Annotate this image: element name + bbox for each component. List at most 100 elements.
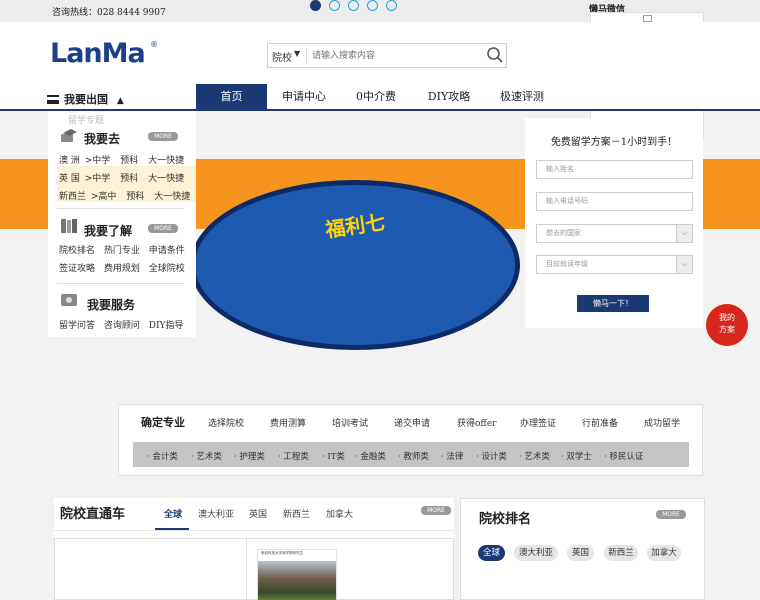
nav-menu-toggle[interactable]: 我要出国 ▲: [47, 91, 124, 107]
mega-link[interactable]: 大一快捷: [148, 174, 184, 184]
school-list-divider: [246, 538, 247, 600]
category-link[interactable]: · 移民认证: [604, 450, 643, 462]
schools-more-button[interactable]: MORE: [421, 506, 451, 515]
mega-link[interactable]: 澳 洲: [59, 156, 80, 166]
mega-link[interactable]: 英 国: [59, 174, 80, 184]
mega-divider: [57, 208, 184, 209]
chevron-down-icon: ⌵: [676, 256, 692, 273]
mega-link[interactable]: >高中: [91, 192, 117, 202]
slide-dot-4[interactable]: [367, 0, 378, 11]
slide-dot-3[interactable]: [348, 0, 359, 11]
category-link[interactable]: · 金融类: [355, 450, 386, 462]
my-plan-button[interactable]: 我的 方案: [706, 304, 748, 346]
process-step[interactable]: 选择院校: [208, 416, 244, 429]
search-scope-select[interactable]: 院校: [272, 49, 292, 64]
process-step[interactable]: 费用测算: [270, 416, 306, 429]
process-step[interactable]: 办理签证: [520, 416, 556, 429]
banner-badge: [190, 180, 520, 350]
mega-link[interactable]: >中学: [85, 174, 111, 184]
mega-link[interactable]: 申请条件: [149, 246, 185, 256]
category-link[interactable]: · 艺术类: [519, 450, 550, 462]
school-list: [54, 538, 454, 600]
category-link[interactable]: · 护理类: [234, 450, 265, 462]
nav-item-home[interactable]: 首页: [196, 84, 267, 109]
process-step[interactable]: 成功留学: [644, 416, 680, 429]
mega-link[interactable]: 新西兰: [59, 192, 86, 202]
mega-link[interactable]: 费用规划: [104, 264, 140, 274]
mega-link[interactable]: 留学问答: [59, 321, 95, 331]
ranking-pill-new-zealand[interactable]: 新西兰: [604, 545, 638, 561]
mega-link[interactable]: >中学: [85, 156, 111, 166]
graduation-cap-icon: [60, 127, 78, 143]
category-link[interactable]: · 设计类: [476, 450, 507, 462]
mega-learn-more-button[interactable]: MORE: [148, 224, 178, 233]
mega-learn-title: 我要了解: [84, 224, 133, 238]
school-direct-title: 院校直通车: [60, 507, 126, 522]
ranking-pill-australia[interactable]: 澳大利亚: [514, 545, 558, 561]
category-link[interactable]: · 双学士: [561, 450, 592, 462]
process-step[interactable]: 确定专业: [141, 414, 185, 430]
mega-service-title: 我要服务: [87, 298, 136, 312]
process-step[interactable]: 培训考试: [332, 416, 368, 429]
search-input[interactable]: [312, 46, 482, 65]
nav-item-apply[interactable]: 申请中心: [270, 84, 338, 109]
search-icon[interactable]: [486, 46, 504, 64]
logo[interactable]: LanMa: [50, 38, 146, 69]
mega-go-more-button[interactable]: MORE: [148, 132, 178, 141]
mega-link[interactable]: 预科: [126, 192, 144, 202]
category-label: 艺术类: [196, 452, 222, 462]
mega-link[interactable]: 大一快捷: [154, 192, 190, 202]
nav-item-diy[interactable]: DIY攻略: [414, 84, 484, 109]
mega-link[interactable]: 热门专业: [104, 246, 140, 256]
mega-link[interactable]: 咨询顾问: [104, 321, 140, 331]
category-label: 双学士: [566, 452, 592, 462]
category-link[interactable]: · 教师类: [398, 450, 429, 462]
tab-canada[interactable]: 加拿大: [326, 507, 353, 520]
mega-go-title: 我要去: [84, 132, 121, 146]
mega-link[interactable]: 大一快捷: [148, 156, 184, 166]
process-step[interactable]: 递交申请: [394, 416, 430, 429]
country-select[interactable]: 想去的国家 ⌵: [536, 224, 693, 243]
category-link[interactable]: · IT类: [322, 450, 345, 462]
mega-link[interactable]: 全球院校: [149, 264, 185, 274]
mega-link[interactable]: DIY指导: [149, 321, 184, 331]
mega-link[interactable]: 预科: [120, 156, 138, 166]
tab-global[interactable]: 全球: [164, 507, 182, 520]
submit-button[interactable]: 懒马一下！: [577, 295, 649, 312]
slide-dot-5[interactable]: [386, 0, 397, 11]
grade-select[interactable]: 目前就读年级 ⌵: [536, 255, 693, 274]
my-plan-line1: 我的: [719, 313, 735, 322]
category-label: 金融类: [360, 452, 386, 462]
mega-link[interactable]: 预科: [120, 174, 138, 184]
mega-link[interactable]: 院校排名: [59, 246, 95, 256]
phone-field[interactable]: 输入电话号码: [536, 192, 693, 211]
search-divider: [306, 48, 307, 64]
mega-link[interactable]: 签证攻略: [59, 264, 95, 274]
category-link[interactable]: · 法律: [441, 450, 463, 462]
ranking-more-button[interactable]: MORE: [656, 510, 686, 519]
name-field[interactable]: 输入姓名: [536, 160, 693, 179]
category-link[interactable]: · 会计类: [147, 450, 178, 462]
mega-divider: [57, 283, 184, 284]
hamburger-icon: [47, 95, 59, 104]
slide-dot-2[interactable]: [329, 0, 340, 11]
process-step[interactable]: 获得offer: [457, 416, 496, 429]
tab-new-zealand[interactable]: 新西兰: [283, 507, 310, 520]
category-link[interactable]: · 工程类: [278, 450, 309, 462]
mega-go-row: 英 国 >中学 预科 大一快捷: [59, 171, 184, 184]
process-step[interactable]: 行前准备: [582, 416, 618, 429]
active-tab-indicator: [155, 528, 189, 530]
tab-australia[interactable]: 澳大利亚: [198, 507, 234, 520]
tab-uk[interactable]: 英国: [249, 507, 267, 520]
nav-item-zero-fee[interactable]: 0中介费: [343, 84, 409, 109]
mega-go-row: 澳 洲 >中学 预科 大一快捷: [59, 153, 184, 166]
nav-item-assessment[interactable]: 极速评测: [487, 84, 557, 109]
ranking-pill-global[interactable]: 全球: [478, 545, 505, 561]
form-title: 免费留学方案－1小时到手！: [550, 137, 678, 148]
ranking-pill-canada[interactable]: 加拿大: [647, 545, 681, 561]
broken-image-icon: [643, 15, 652, 22]
ranking-pill-uk[interactable]: 英国: [567, 545, 594, 561]
category-link[interactable]: · 艺术类: [191, 450, 222, 462]
slide-dot-1[interactable]: [310, 0, 321, 11]
caret-down-icon[interactable]: ▼: [294, 49, 300, 58]
